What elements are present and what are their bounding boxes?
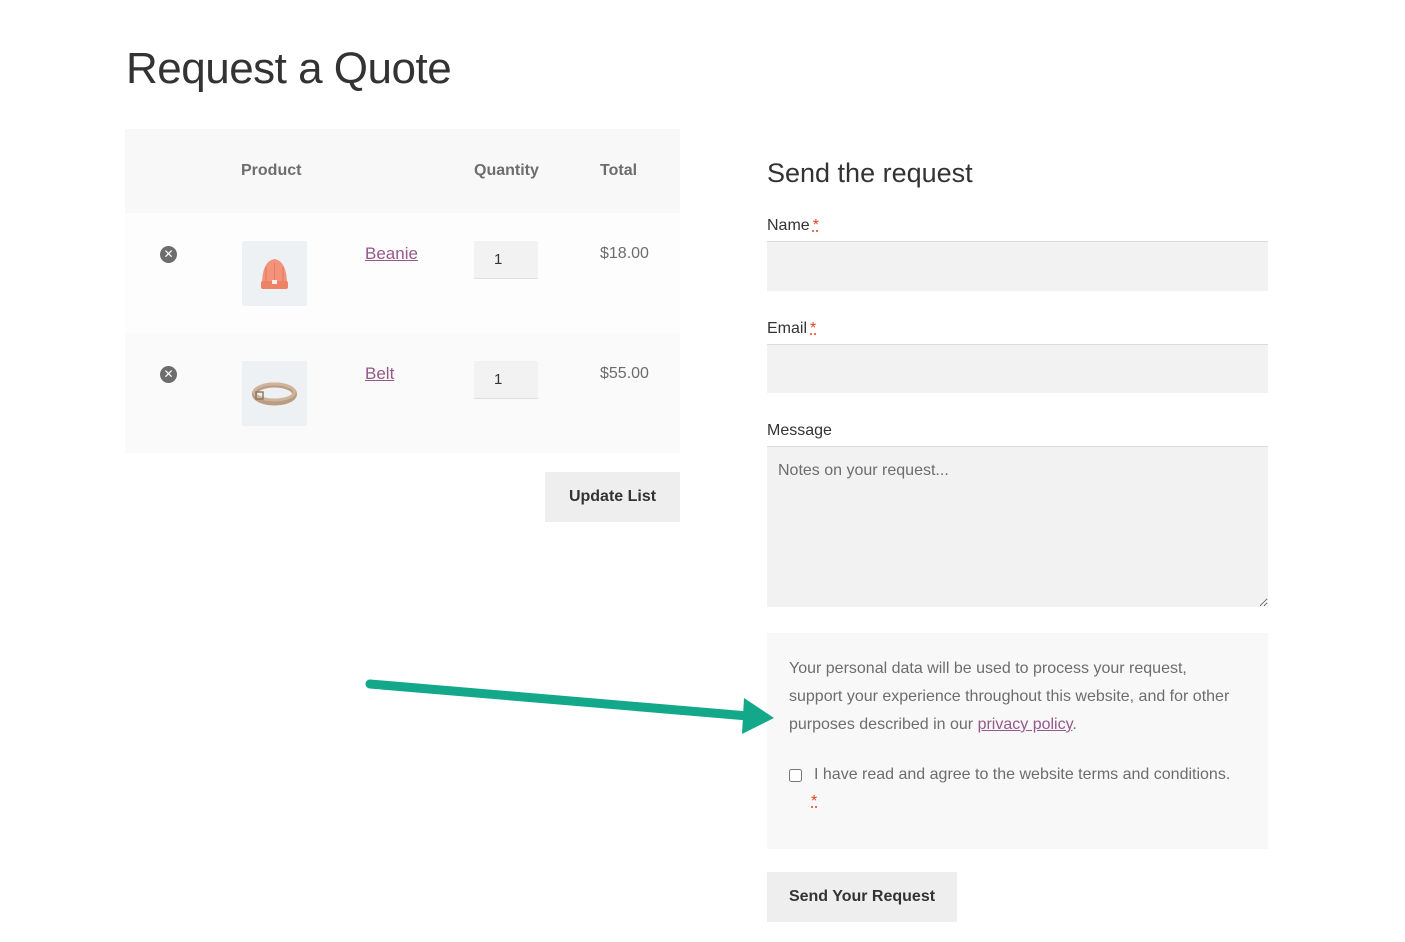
- terms-label[interactable]: I have read and agree to the website ter…: [814, 766, 1230, 784]
- name-label: Name *: [767, 217, 819, 235]
- quote-table: Product Quantity Total ✕ Beanie $18.00 ✕: [125, 129, 680, 453]
- header-quantity: Quantity: [474, 162, 539, 179]
- product-link-belt[interactable]: Belt: [365, 364, 394, 384]
- form-title: Send the request: [767, 158, 973, 188]
- name-label-text: Name: [767, 217, 810, 234]
- update-list-button[interactable]: Update List: [545, 472, 680, 522]
- send-request-button[interactable]: Send Your Request: [767, 872, 957, 922]
- row-total: $55.00: [600, 365, 649, 382]
- row-total: $18.00: [600, 245, 649, 262]
- terms-checkbox[interactable]: [789, 769, 802, 782]
- header-product: Product: [241, 162, 302, 179]
- quantity-input[interactable]: [474, 361, 538, 399]
- table-header: Product Quantity Total: [125, 129, 680, 213]
- quantity-input[interactable]: [474, 241, 538, 279]
- required-mark: *: [811, 793, 818, 810]
- beanie-image[interactable]: [242, 241, 307, 306]
- header-total: Total: [600, 162, 638, 179]
- email-label-text: Email: [767, 320, 808, 337]
- privacy-period: .: [1072, 716, 1077, 733]
- remove-item-icon[interactable]: ✕: [160, 366, 177, 383]
- privacy-policy-link[interactable]: privacy policy: [978, 716, 1073, 733]
- table-row: ✕ Belt $55.00: [125, 333, 680, 453]
- name-field[interactable]: [767, 241, 1268, 291]
- required-mark: *: [810, 320, 817, 337]
- belt-image[interactable]: [242, 361, 307, 426]
- message-textarea[interactable]: [767, 446, 1268, 607]
- page-title: Request a Quote: [126, 44, 452, 93]
- table-row: ✕ Beanie $18.00: [125, 213, 680, 333]
- product-link-beanie[interactable]: Beanie: [365, 244, 418, 264]
- remove-item-icon[interactable]: ✕: [160, 246, 177, 263]
- email-field[interactable]: [767, 344, 1268, 393]
- privacy-notice: Your personal data will be used to proce…: [789, 655, 1239, 739]
- required-mark: *: [812, 217, 819, 234]
- message-label: Message: [767, 422, 832, 439]
- email-label: Email *: [767, 320, 816, 338]
- annotation-arrow-icon: [365, 679, 774, 734]
- privacy-box: Your personal data will be used to proce…: [767, 633, 1268, 849]
